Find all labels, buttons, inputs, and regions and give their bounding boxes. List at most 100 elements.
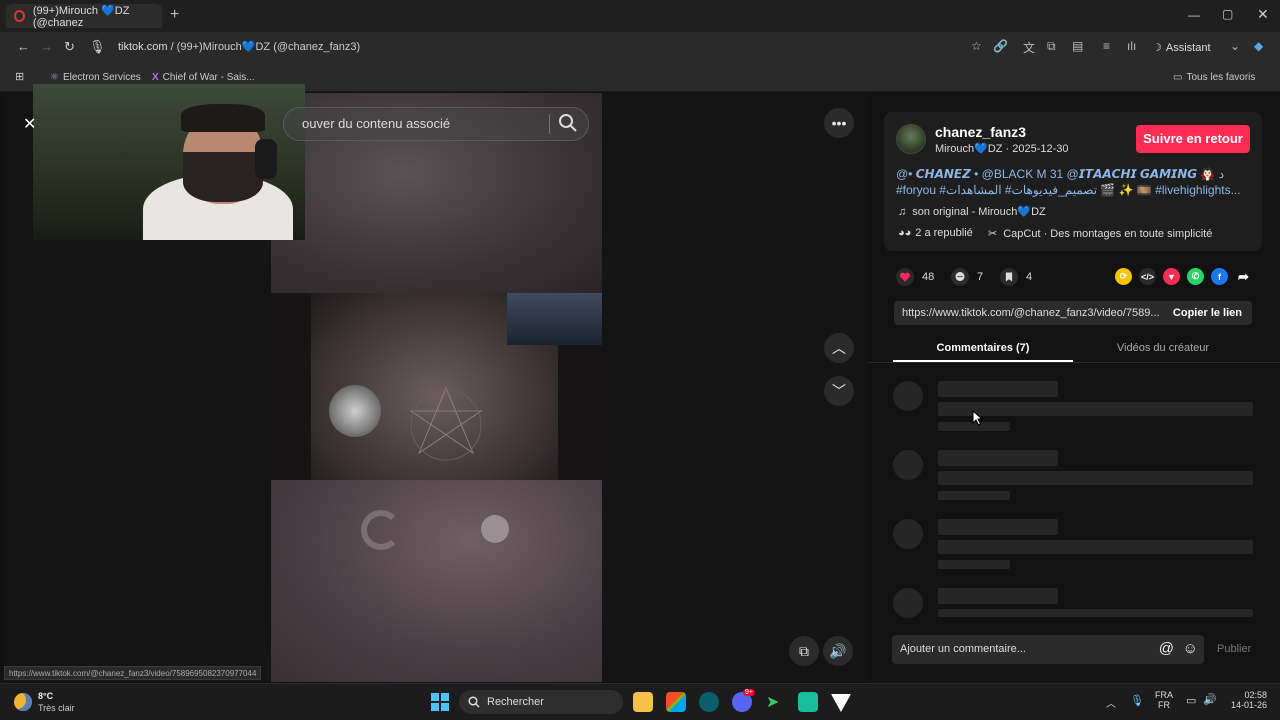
search-icon[interactable]	[558, 113, 578, 133]
capcut-link[interactable]: ✂ CapCut · Des montages en toute simplici…	[988, 227, 1212, 240]
emoji-icon[interactable]: ☺	[1183, 640, 1198, 657]
tab-comments[interactable]: Commentaires (7)	[893, 338, 1073, 362]
language-indicator[interactable]: FRA FR	[1153, 690, 1175, 710]
back-icon[interactable]: ←	[17, 39, 30, 54]
microphone-icon[interactable]: 🎙	[89, 39, 106, 55]
reposts[interactable]: ◕◕ 2 a republié	[898, 227, 973, 239]
tray-volume-icon[interactable]: 🔊	[1203, 693, 1217, 706]
tray-microphone-icon[interactable]: 🎙	[1130, 694, 1144, 707]
store-icon[interactable]	[666, 692, 686, 712]
volume-icon[interactable]: 🔊	[823, 636, 853, 666]
all-bookmarks-button[interactable]: ▭ Tous les favoris	[1173, 72, 1255, 83]
browser-tab[interactable]: (99+)Mirouch 💙DZ (@chanez	[6, 4, 162, 29]
next-video-icon[interactable]: ﹀	[824, 376, 854, 406]
comment-skeleton-avatar	[893, 519, 923, 549]
follow-back-button[interactable]: Suivre en retour	[1136, 125, 1250, 153]
repost-avatars-icon: ◕◕	[898, 227, 912, 239]
star-icon[interactable]: ☆	[971, 39, 982, 53]
webcam-overlay	[33, 84, 305, 240]
all-bookmarks-label: Tous les favoris	[1186, 72, 1256, 83]
bookmark-electron-services[interactable]: ⚛ Electron Services	[50, 72, 141, 83]
music-note-icon: ♫	[898, 206, 907, 218]
save-button[interactable]: 4	[1000, 268, 1032, 286]
taskbar-search-label: Rechercher	[487, 696, 544, 708]
tiktok-favicon-icon	[14, 10, 25, 22]
caption-line-2[interactable]: #foryou #تصميم_فيديوهات# المشاهدات 🎬 ✨ 🎞…	[896, 183, 1241, 197]
heart-icon	[896, 268, 914, 286]
music-link[interactable]: ♫ son original - Mirouch💙DZ	[898, 205, 1046, 218]
comment-button[interactable]: 7	[951, 268, 983, 286]
file-explorer-icon[interactable]	[633, 692, 653, 712]
media-player-icon[interactable]: ➤	[766, 692, 779, 712]
bookmark-label: Chief of War - Sais...	[162, 72, 255, 83]
comment-icon	[951, 268, 969, 286]
clock[interactable]: 02:58 14-01-26	[1225, 690, 1267, 710]
whatsapp-icon[interactable]: ✆	[1187, 268, 1204, 285]
url-field[interactable]: tiktok.com / (99+)Mirouch💙DZ (@chanez_fa…	[118, 40, 360, 53]
comment-skeleton-line	[938, 540, 1253, 554]
reload-icon[interactable]: ↻	[64, 39, 75, 55]
tab-creator-videos[interactable]: Vidéos du créateur	[1073, 338, 1253, 362]
copy-link-button[interactable]: Copier le lien	[1173, 307, 1242, 319]
taskbar-search[interactable]: Rechercher	[459, 690, 623, 714]
like-button[interactable]: 48	[896, 268, 934, 286]
embed-icon[interactable]: </>	[1139, 268, 1156, 285]
windows-start-icon[interactable]	[431, 693, 449, 711]
chevron-down-icon[interactable]: ⌄	[1230, 39, 1240, 53]
forward-icon[interactable]: →	[40, 39, 53, 54]
search-placeholder: ouver du contenu associé	[302, 116, 451, 131]
menu-lines-icon[interactable]: ≡	[1103, 39, 1110, 53]
video-player[interactable]	[271, 93, 602, 682]
maximize-icon[interactable]: ▢	[1222, 7, 1233, 21]
browser-tab-bar: (99+)Mirouch 💙DZ (@chanez + — ▢ ✕	[0, 0, 1280, 32]
username[interactable]: chanez_fanz3	[935, 124, 1026, 140]
publish-button[interactable]: Publier	[1217, 643, 1251, 655]
video-frame-middle	[271, 293, 602, 480]
tab-divider	[868, 362, 1280, 363]
facebook-icon[interactable]: f	[1211, 268, 1228, 285]
reading-icon[interactable]: ▤	[1072, 39, 1083, 53]
caption-line-1[interactable]: @• 𝘾𝙃𝘼𝙉𝙀𝙕 • @BLACK M 31 @𝙄𝙏𝘼𝘼𝘾𝙃𝙄 𝙂𝘼𝙈𝙄𝙉𝙂 …	[896, 167, 1224, 181]
mention-icon[interactable]: @	[1159, 640, 1174, 657]
new-tab-icon[interactable]: +	[170, 6, 179, 24]
comment-skeleton-line	[938, 560, 1010, 569]
assistant-label: Assistant	[1165, 42, 1211, 54]
close-video-icon[interactable]: ✕	[23, 114, 36, 134]
apps-grid-icon[interactable]: ⊞	[15, 70, 24, 83]
comment-placeholder: Ajouter un commentaire...	[900, 643, 1026, 655]
video-link-box[interactable]: https://www.tiktok.com/@chanez_fanz3/vid…	[894, 301, 1252, 325]
capcut-label: CapCut · Des montages en toute simplicit…	[1003, 228, 1213, 240]
comment-count: 7	[977, 271, 984, 283]
bookmark-chief-of-war[interactable]: X Chief of War - Sais...	[152, 72, 255, 83]
bookmark-label: Electron Services	[62, 72, 141, 83]
search-divider	[549, 114, 550, 134]
extensions-icon[interactable]: ⧉	[1047, 39, 1056, 54]
music-label: son original - Mirouch💙DZ	[912, 206, 1046, 218]
edge-browser-icon[interactable]	[699, 692, 719, 712]
close-window-icon[interactable]: ✕	[1257, 6, 1269, 23]
android-app-icon[interactable]	[798, 692, 818, 712]
assistant-button[interactable]: ☽ Assistant	[1152, 41, 1211, 54]
send-share-icon[interactable]: ▼	[1163, 268, 1180, 285]
bookmark-icon	[1000, 268, 1018, 286]
translate-icon[interactable]: 文	[1023, 39, 1035, 56]
more-options-icon[interactable]: •••	[824, 108, 854, 138]
picture-in-picture-icon[interactable]: ⧉	[789, 636, 819, 666]
link-icon[interactable]: 🔗	[993, 39, 1008, 53]
video-link: https://www.tiktok.com/@chanez_fanz3/vid…	[902, 307, 1160, 319]
network-icon[interactable]: ▭	[1186, 694, 1196, 707]
repost-share-icon[interactable]: ⟳	[1115, 268, 1132, 285]
avatar[interactable]	[896, 124, 926, 154]
mouse-cursor-icon	[972, 410, 984, 426]
language-top: FRA	[1155, 690, 1173, 700]
previous-video-icon[interactable]: ︿	[824, 333, 854, 363]
post-meta: Mirouch💙DZ · 2025-12-30	[935, 143, 1069, 155]
share-arrow-icon[interactable]: ➦	[1235, 268, 1252, 285]
status-url: https://www.tiktok.com/@chanez_fanz3/vid…	[4, 666, 262, 680]
audio-wave-icon[interactable]: ılı	[1127, 39, 1136, 53]
comment-input[interactable]: Ajouter un commentaire... @ ☺	[892, 635, 1204, 664]
tray-overflow-icon[interactable]: ︿	[1106, 695, 1116, 710]
related-content-search[interactable]: ouver du contenu associé	[283, 107, 589, 141]
minimize-icon[interactable]: —	[1188, 8, 1200, 22]
copilot-icon[interactable]: ◆	[1254, 39, 1263, 53]
